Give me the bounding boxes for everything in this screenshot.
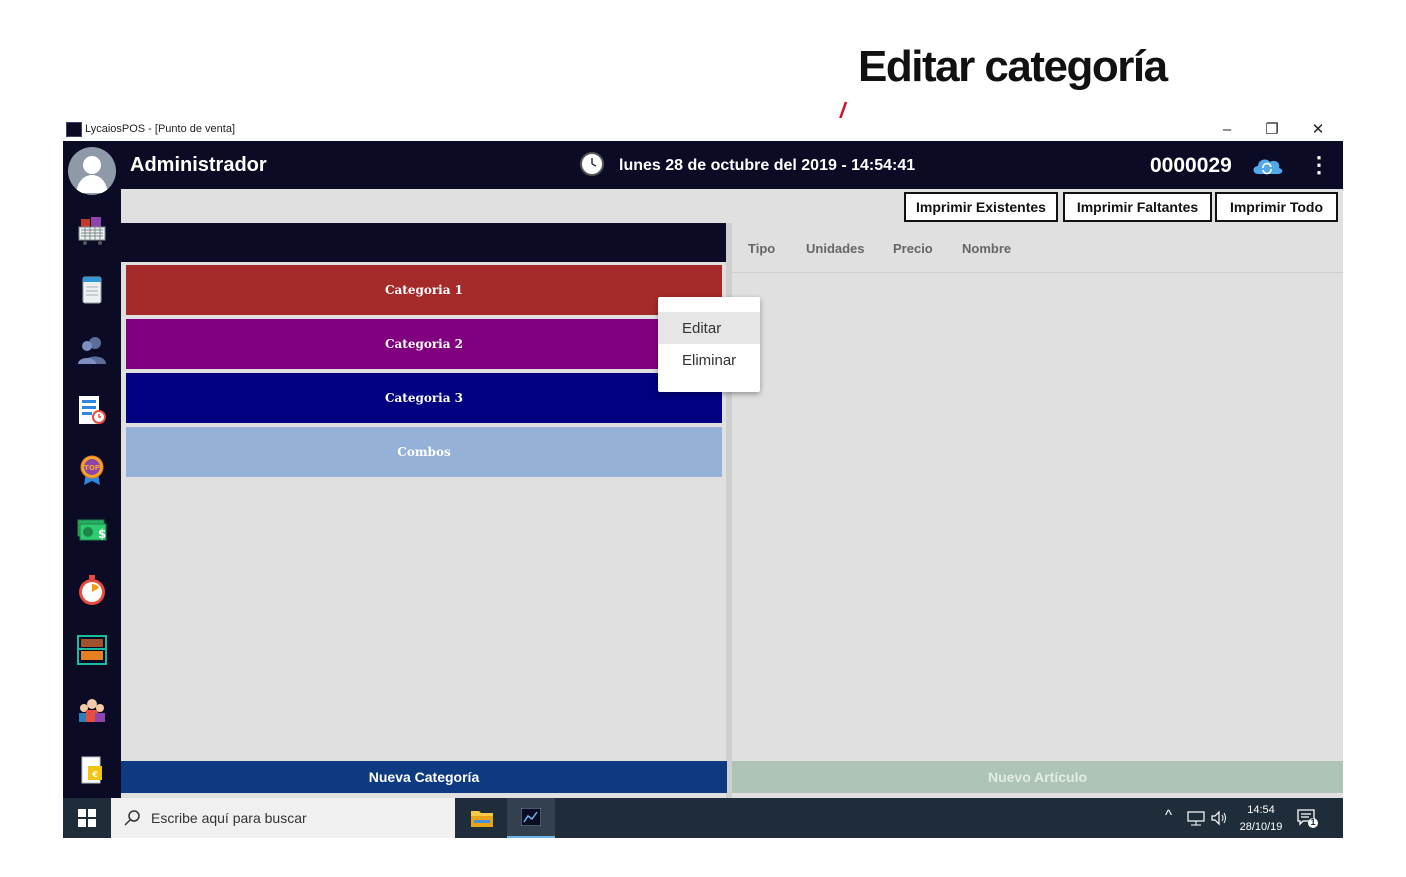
more-menu-icon[interactable]: ⋮ [1308,154,1330,176]
svg-text:$: $ [98,527,106,541]
new-category-button[interactable]: Nueva Categoría [121,761,727,793]
window-title-bar: LycaiosPOS - [Punto de venta] – ❐ ✕ [63,118,1343,141]
document-icon[interactable]: € [76,754,108,786]
taskbar-search[interactable]: Escribe aquí para buscar [111,798,455,838]
context-menu-delete[interactable]: Eliminar [658,344,760,376]
new-article-button[interactable]: Nuevo Artículo [732,761,1343,793]
shelf-icon[interactable] [76,634,108,666]
timer-icon[interactable] [76,574,108,606]
category-3-button[interactable]: Categoria 3 [126,373,722,423]
taskbar-time: 14:54 [1247,804,1275,816]
combos-category-button[interactable]: Combos [126,427,722,477]
schedule-icon[interactable] [76,394,108,426]
context-menu-edit[interactable]: Editar [658,312,760,344]
users-icon[interactable] [76,334,108,366]
volume-icon[interactable] [1210,810,1228,826]
category-2-button[interactable]: Categoria 2 [126,319,722,369]
ticket-number: 0000029 [1150,154,1232,177]
search-icon [124,810,140,826]
lycaios-app-icon [521,808,541,826]
notification-center-button[interactable]: 1 [1297,807,1319,829]
print-all-button[interactable]: Imprimir Todo [1215,192,1338,222]
svg-text:€: € [91,770,98,779]
column-header-tipo[interactable]: Tipo [748,241,775,256]
annotation-title: Editar categoría [858,42,1168,91]
minimize-button[interactable]: – [1204,118,1250,140]
user-name: Administrador [130,154,267,176]
cloud-sync-icon[interactable] [1250,152,1284,178]
column-header-unidades[interactable]: Unidades [806,241,865,256]
context-menu: Editar Eliminar [658,297,760,392]
datetime-display: lunes 28 de octubre del 2019 - 14:54:41 [619,157,916,174]
network-icon[interactable] [1187,811,1205,826]
top-badge-icon[interactable]: TOP [76,454,108,486]
table-header-divider [732,272,1343,273]
svg-text:TOP: TOP [84,464,100,472]
sidebar: TOP $ € [63,189,121,798]
print-missing-button[interactable]: Imprimir Faltantes [1063,192,1212,222]
category-1-button[interactable]: Categoria 1 [126,265,722,315]
categories-header [121,223,726,262]
app-header: Administrador lunes 28 de octubre del 20… [63,141,1343,195]
user-avatar-icon [76,156,108,193]
column-header-precio[interactable]: Precio [893,241,933,256]
windows-icon [77,809,96,827]
notification-count: 1 [1310,817,1316,827]
folder-icon [471,811,493,827]
close-button[interactable]: ✕ [1295,118,1341,140]
notebook-icon[interactable] [76,274,108,306]
taskbar-clock[interactable]: 14:54 28/10/19 [1235,802,1287,836]
main-content: Imprimir Existentes Imprimir Faltantes I… [121,189,1343,798]
app-icon [66,122,82,137]
start-button[interactable] [63,798,110,838]
search-placeholder: Escribe aquí para buscar [151,810,307,826]
lycaiospos-taskbar-button[interactable] [507,798,555,838]
window-title: LycaiosPOS - [Punto de venta] [85,123,236,135]
avatar[interactable] [68,147,116,195]
restore-button[interactable]: ❐ [1249,118,1295,140]
team-icon[interactable] [76,694,108,726]
money-icon[interactable]: $ [76,514,108,546]
cart-icon[interactable] [76,214,108,246]
column-header-nombre[interactable]: Nombre [962,241,1011,256]
taskbar: Escribe aquí para buscar ^ 14:54 28/10/1… [63,798,1343,838]
print-existing-button[interactable]: Imprimir Existentes [904,192,1058,222]
taskbar-date: 28/10/19 [1239,821,1283,833]
tray-chevron[interactable]: ^ [1165,807,1172,824]
clock-icon [580,152,604,176]
file-explorer-taskbar-button[interactable] [459,798,505,838]
